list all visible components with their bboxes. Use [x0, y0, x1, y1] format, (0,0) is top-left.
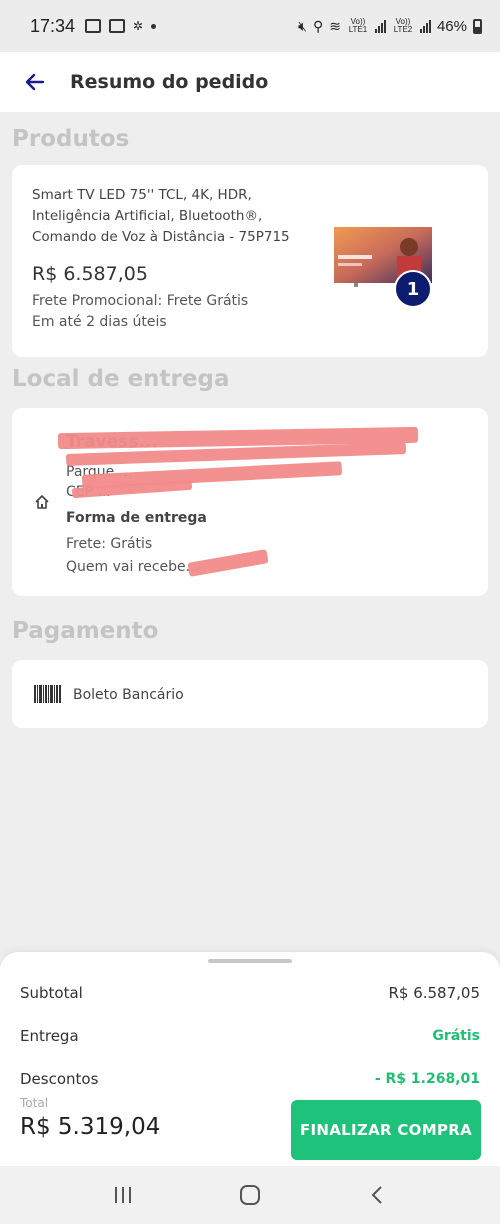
status-bar: 17:34 ✲ 🔇︎ ⚲ ≋ Vo)) LTE1 Vo)) LTE2 46% [0, 0, 500, 52]
more-notifications-icon [151, 23, 157, 29]
quantity-badge: 1 [394, 270, 432, 308]
total-label: Total [20, 1096, 49, 1110]
notification-app-icon [85, 19, 102, 33]
shipping-promo: Frete Promocional: Frete Grátis [32, 293, 249, 309]
network-2-label: Vo)) LTE2 [393, 17, 413, 34]
location-icon: ⚲ [312, 17, 324, 34]
system-nav-bar [0, 1166, 500, 1224]
payment-card[interactable]: Boleto Bancário [12, 660, 488, 728]
signal-2-icon [419, 19, 431, 33]
discount-value: - R$ 1.268,01 [374, 1071, 480, 1087]
recent-apps-icon [115, 1187, 132, 1203]
signal-1-icon [374, 19, 386, 33]
delivery-card[interactable]: Travess... Parque ... CEP ... Forma de e… [12, 408, 488, 596]
delivery-section-title: Local de entrega [12, 366, 230, 392]
battery-percent: 46% [436, 17, 467, 35]
home-button[interactable] [220, 1175, 280, 1215]
subtotal-label: Subtotal [20, 984, 83, 1002]
page-title: Resumo do pedido [70, 71, 269, 93]
chevron-left-icon [371, 1186, 382, 1204]
mute-icon: 🔇︎ [298, 17, 307, 34]
payment-method: Boleto Bancário [73, 687, 184, 703]
network-1-label: Vo)) LTE1 [348, 17, 368, 34]
recent-apps-button[interactable] [93, 1175, 153, 1215]
products-section-title: Produtos [12, 126, 130, 152]
status-time: 17:34 [30, 15, 76, 36]
arrow-left-icon [25, 73, 45, 91]
image-icon [109, 19, 126, 33]
app-bar: Resumo do pedido [0, 52, 500, 112]
wifi-icon: ≋ [329, 17, 341, 34]
barcode-icon [34, 685, 61, 703]
product-name: Smart TV LED 75'' TCL, 4K, HDR, Inteligê… [32, 187, 290, 245]
delivery-receiver-line: Quem vai recebe... [66, 559, 200, 575]
product-price: R$ 6.587,05 [32, 263, 148, 285]
delivery-shipping-line: Frete: Grátis [66, 536, 153, 552]
delivery-time: Em até 2 dias úteis [32, 314, 167, 330]
discount-label: Descontos [20, 1070, 99, 1088]
product-card[interactable]: Smart TV LED 75'' TCL, 4K, HDR, Inteligê… [12, 165, 488, 357]
total-value: R$ 5.319,04 [20, 1114, 161, 1140]
back-button[interactable] [0, 52, 70, 112]
product-shipping-info: Frete Promocional: Frete Grátis Em até 2… [32, 291, 248, 333]
checkout-button[interactable]: FINALIZAR COMPRA [291, 1100, 481, 1160]
redaction-mark [187, 549, 269, 577]
home-icon [35, 495, 49, 509]
payment-section-title: Pagamento [12, 618, 159, 644]
home-circle-icon [239, 1185, 260, 1205]
delivery-method-label: Forma de entrega [66, 510, 207, 526]
delivery-value: Grátis [432, 1028, 480, 1044]
settings-gear-icon: ✲ [133, 19, 144, 33]
order-summary-sheet: Subtotal R$ 6.587,05 Entrega Grátis Desc… [0, 952, 500, 1166]
delivery-label: Entrega [20, 1027, 79, 1045]
system-icons: 🔇︎ ⚲ ≋ Vo)) LTE1 Vo)) LTE2 46% [298, 18, 482, 35]
subtotal-value: R$ 6.587,05 [388, 984, 480, 1002]
battery-icon [473, 18, 482, 34]
notification-icons: ✲ [85, 19, 157, 33]
back-nav-button[interactable] [347, 1175, 407, 1215]
sheet-drag-handle[interactable] [208, 959, 292, 963]
